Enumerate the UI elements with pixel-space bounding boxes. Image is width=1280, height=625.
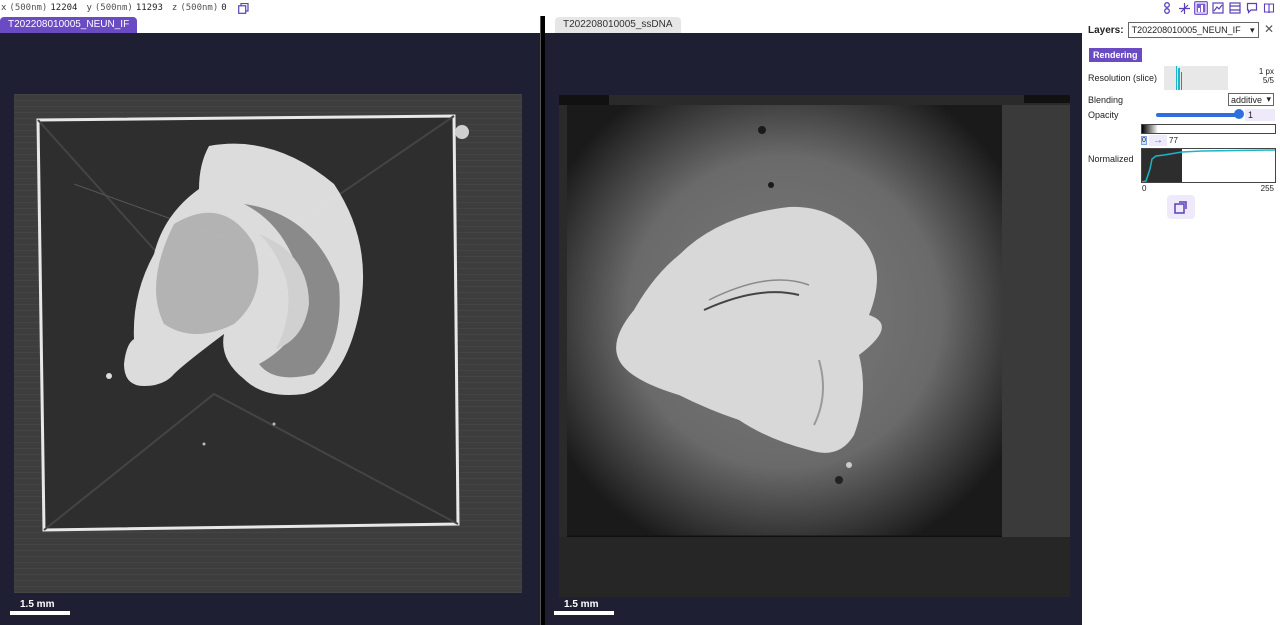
blending-select[interactable]: additive ▾ [1228,93,1274,106]
reset-view-button[interactable] [1167,195,1195,219]
neun-image[interactable] [14,94,522,593]
two-panel-layout-icon[interactable] [1160,1,1174,15]
tab-rendering[interactable]: Rendering [1089,48,1142,62]
opacity-slider[interactable] [1156,113,1240,117]
blending-value: additive [1231,94,1263,105]
coord-x-axis: x [1,3,7,13]
resolution-indicator [1176,66,1182,90]
coord-z-axis: z [171,3,178,13]
resolution-label: Resolution (slice) [1088,73,1158,83]
chevron-down-icon: ▾ [1266,94,1271,104]
histogram-axis-max: 255 [1260,184,1274,193]
resolution-widget[interactable] [1164,66,1228,90]
blending-label: Blending [1088,95,1124,105]
normalized-label: Normalized [1088,154,1134,164]
coord-y-axis: y [86,3,92,13]
annotation-icon[interactable] [1245,1,1259,15]
coord-y-value[interactable]: 11293 [136,3,163,13]
opacity-value[interactable]: 1 [1245,109,1275,121]
rotate-icon [1174,201,1187,214]
coord-x[interactable]: x (500nm) 12204 [1,3,85,13]
image-settings-icon[interactable] [1211,1,1225,15]
coord-z-unit: (500nm) [180,3,219,13]
histogram-graphic [1141,149,1276,183]
scale-bar-label: 1.5 mm [20,599,55,610]
viewer-panel-neun[interactable]: T202208010005_NEUN_IF 1.5 mm [0,16,540,625]
resolution-readout: 1 px 5/5 [1259,67,1274,85]
layer-panel-icon[interactable] [1194,1,1208,15]
histogram[interactable] [1141,148,1276,183]
blending-row: Blending [1088,95,1123,105]
help-icon[interactable] [1262,1,1276,15]
viewer-panel-ssdna[interactable]: T202208010005_ssDNA 1.5 mm [545,16,1082,625]
opacity-row: Opacity [1088,110,1119,120]
chevron-down-icon: ▾ [1250,24,1255,35]
ssdna-image-graphic [559,95,1070,597]
layers-select-value: T202208010005_NEUN_IF [1131,25,1241,35]
opacity-slider-thumb[interactable] [1234,109,1244,119]
scale-bar-right: 1.5 mm [554,599,614,615]
coord-z[interactable]: z (500nm) 0 [172,3,235,13]
scale-bar-line [10,611,70,615]
coord-z-value[interactable]: 0 [221,3,226,13]
selection-panel-icon[interactable] [1228,1,1242,15]
coord-x-unit: (500nm) [9,3,48,13]
neun-image-graphic [14,94,522,593]
resolution-px: 1 px [1258,67,1274,76]
layer-side-panel: Layers: T202208010005_NEUN_IF ▾ ✕ Render… [1082,16,1280,625]
layers-row: Layers: T202208010005_NEUN_IF ▾ [1088,22,1259,38]
scale-bar-left: 1.5 mm [10,599,70,615]
range-row: 0 → 77 [1141,135,1178,146]
axes-icon[interactable] [1177,1,1191,15]
range-min-input[interactable]: 0 [1141,136,1147,145]
viewer-tab-strip: T202208010005_NEUN_IF [0,16,540,33]
scale-bar-label: 1.5 mm [564,599,599,610]
arrow-right-icon[interactable]: → [1149,135,1167,146]
histogram-axis-min: 0 [1142,184,1147,193]
viewer-tab-strip: T202208010005_ssDNA [545,16,1082,33]
tab-neun-if[interactable]: T202208010005_NEUN_IF [0,17,138,33]
coord-y-unit: (500nm) [94,3,133,13]
opacity-label: Opacity [1088,110,1119,120]
resolution-row: Resolution (slice) [1088,73,1157,83]
resolution-level: 5/5 [1262,76,1274,85]
ssdna-image[interactable] [559,95,1070,597]
coordinate-bar: x (500nm) 12204 y (500nm) 11293 z (500nm… [0,0,1280,16]
layers-select[interactable]: T202208010005_NEUN_IF ▾ [1127,22,1259,38]
layers-label: Layers: [1088,24,1124,36]
toolbar-icons [1160,0,1280,16]
normalized-row: Normalized [1088,154,1134,164]
coord-y[interactable]: y (500nm) 11293 [86,3,170,13]
coord-x-value[interactable]: 12204 [50,3,77,13]
color-gradient-bar[interactable] [1141,124,1276,134]
copy-icon[interactable] [237,1,251,15]
close-icon[interactable]: ✕ [1264,22,1274,36]
range-max-input[interactable]: 77 [1169,136,1178,145]
scale-bar-line [554,611,614,615]
tab-ssdna[interactable]: T202208010005_ssDNA [555,17,681,33]
